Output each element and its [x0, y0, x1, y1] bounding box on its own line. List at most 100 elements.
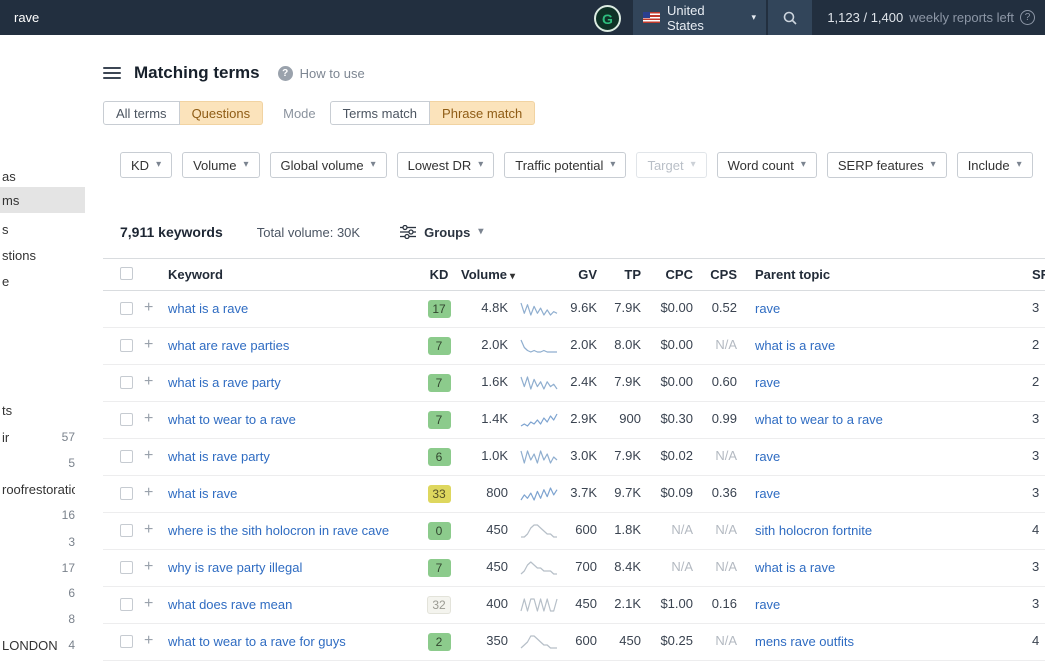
expand-icon[interactable]: + [144, 596, 168, 612]
filter-lowest-dr[interactable]: Lowest DR ▾ [396, 152, 495, 178]
expand-icon[interactable]: + [144, 485, 168, 501]
parent-topic-link[interactable]: what is a rave [755, 338, 835, 353]
chevron-down-icon: ▾ [370, 159, 376, 170]
keyword-link[interactable]: what to wear to a rave for guys [168, 634, 346, 649]
parent-topic-link[interactable]: what to wear to a rave [755, 412, 883, 427]
sidebar-item[interactable]: 6 [0, 582, 85, 604]
sidebar-item-label: e [2, 273, 10, 289]
sidebar-item[interactable]: 8 [0, 608, 85, 630]
expand-icon[interactable]: + [144, 300, 168, 316]
sidebar-item[interactable]: 17 [0, 557, 85, 579]
row-checkbox[interactable] [120, 339, 133, 352]
toggle-all-terms[interactable]: All terms [103, 101, 180, 125]
column-header-parent-topic[interactable]: Parent topic [737, 266, 991, 283]
sidebar-item[interactable]: 5 [0, 452, 85, 474]
filter-volume[interactable]: Volume ▾ [182, 152, 260, 178]
keyword-link[interactable]: what is rave [168, 486, 237, 501]
column-header-kd[interactable]: KD [417, 267, 461, 282]
sidebar-item-label: ms [2, 192, 20, 208]
sidebar-item[interactable]: 3 [0, 531, 85, 553]
toggles-row: All terms Questions Mode Terms match Phras… [103, 101, 1045, 125]
sidebar-item[interactable]: 16 [0, 504, 85, 526]
sidebar-item[interactable]: stions [0, 244, 85, 266]
search-button[interactable] [768, 0, 812, 35]
page-title: Matching terms [134, 63, 260, 82]
help-icon[interactable]: ? [1020, 10, 1035, 25]
parent-topic-link[interactable]: mens rave outfits [755, 634, 854, 649]
search-query-input[interactable]: rave [14, 10, 39, 25]
filter-word-count[interactable]: Word count ▾ [716, 152, 817, 178]
sidebar-item[interactable]: s [0, 218, 85, 240]
toggle-terms-match[interactable]: Terms match [329, 101, 431, 125]
sidebar-item[interactable]: LONDON 4 [0, 634, 85, 656]
volume-value: 800 [486, 485, 508, 500]
sidebar-item[interactable]: e [0, 270, 85, 292]
how-to-use-link[interactable]: ? How to use [277, 65, 365, 81]
keyword-link[interactable]: what to wear to a rave [168, 412, 296, 427]
keyword-link[interactable]: what is rave party [168, 449, 270, 464]
select-all-checkbox[interactable] [120, 266, 133, 280]
column-header-keyword[interactable]: Keyword [168, 266, 417, 283]
filter-traffic-potential[interactable]: Traffic potential ▾ [504, 152, 627, 178]
gv-value: 2.9K [570, 411, 597, 426]
parent-topic-link[interactable]: rave [755, 597, 780, 612]
row-checkbox[interactable] [120, 487, 133, 500]
expand-icon[interactable]: + [144, 448, 168, 464]
row-checkbox[interactable] [120, 302, 133, 315]
groups-button[interactable]: Groups ▾ [400, 225, 483, 240]
column-header-sf[interactable]: SF [991, 267, 1045, 282]
row-checkbox[interactable] [120, 413, 133, 426]
parent-topic-link[interactable]: what is a rave [755, 560, 835, 575]
row-checkbox[interactable] [120, 450, 133, 463]
keyword-link[interactable]: what are rave parties [168, 338, 289, 353]
parent-topic-link[interactable]: sith holocron fortnite [755, 523, 872, 538]
filter-serp-features[interactable]: SERP features ▾ [826, 152, 947, 178]
cpc-value: $0.00 [660, 337, 693, 352]
sidebar-item[interactable]: ir 57 [0, 426, 85, 448]
keyword-link[interactable]: why is rave party illegal [168, 560, 302, 575]
column-header-cpc[interactable]: CPC [641, 267, 695, 282]
expand-icon[interactable]: + [144, 633, 168, 649]
parent-topic-link[interactable]: rave [755, 301, 780, 316]
filter-include[interactable]: Include ▾ [956, 152, 1033, 178]
cps-value: 0.52 [711, 300, 737, 315]
parent-topic-link[interactable]: rave [755, 486, 780, 501]
sidebar-item[interactable]: 16 [0, 660, 85, 665]
keyword-link[interactable]: what does rave mean [168, 597, 292, 612]
sidebar-item[interactable]: roofrestoration.c [0, 478, 85, 500]
tp-value: 7.9K [614, 448, 641, 463]
filter-kd[interactable]: KD ▾ [120, 152, 173, 178]
sidebar-item[interactable]: ms [0, 187, 85, 213]
table-row: + what is rave 33 800 3.7K 9.7K $0.09 0.36 rave 3 [103, 476, 1045, 513]
filter-global-volume[interactable]: Global volume ▾ [269, 152, 387, 178]
expand-icon[interactable]: + [144, 522, 168, 538]
expand-icon[interactable]: + [144, 411, 168, 427]
row-checkbox[interactable] [120, 524, 133, 537]
row-checkbox[interactable] [120, 598, 133, 611]
filter-target[interactable]: Target ▾ [636, 152, 707, 178]
country-selector[interactable]: United States ▾ [633, 0, 766, 35]
toggle-phrase-match[interactable]: Phrase match [430, 101, 536, 125]
row-checkbox[interactable] [120, 561, 133, 574]
keyword-link[interactable]: where is the sith holocron in rave cave [168, 523, 389, 538]
parent-topic-link[interactable]: rave [755, 449, 780, 464]
menu-icon[interactable] [103, 67, 121, 79]
keyword-link[interactable]: what is a rave party [168, 375, 281, 390]
row-checkbox[interactable] [120, 635, 133, 648]
column-header-tp[interactable]: TP [599, 267, 641, 282]
sidebar-item[interactable]: ts [0, 399, 85, 421]
sidebar-item[interactable]: as [0, 165, 85, 187]
keyword-link[interactable]: what is a rave [168, 301, 248, 316]
column-header-gv[interactable]: GV [567, 267, 599, 282]
cpc-value: $0.02 [660, 448, 693, 463]
column-header-volume[interactable]: Volume ▾ [461, 267, 515, 282]
expand-icon[interactable]: + [144, 559, 168, 575]
toggle-questions[interactable]: Questions [179, 101, 264, 125]
parent-topic-link[interactable]: rave [755, 375, 780, 390]
grammarly-icon[interactable]: G [594, 5, 621, 32]
expand-icon[interactable]: + [144, 337, 168, 353]
chevron-down-icon: ▾ [1016, 159, 1022, 170]
column-header-cps[interactable]: CPS [695, 267, 737, 282]
row-checkbox[interactable] [120, 376, 133, 389]
expand-icon[interactable]: + [144, 374, 168, 390]
